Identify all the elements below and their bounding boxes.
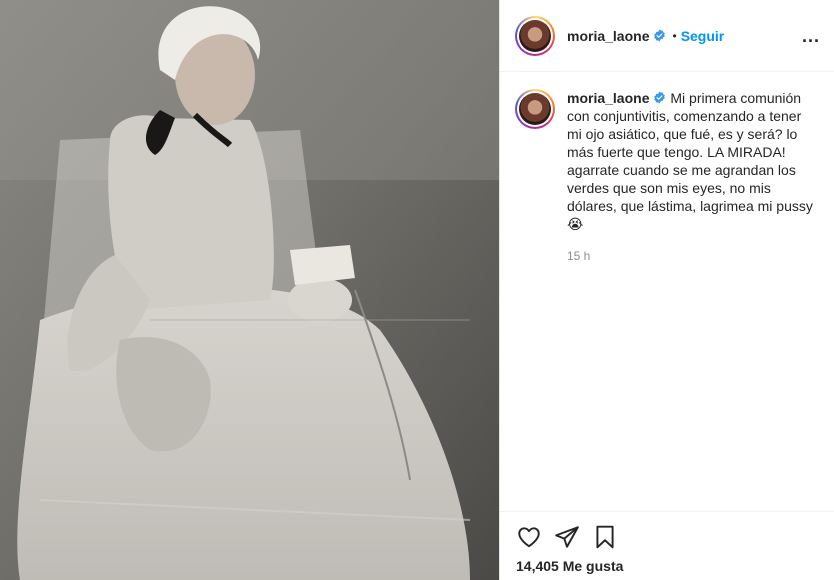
verified-badge-icon <box>654 91 666 104</box>
post-sidebar: moria_laone • Seguir ... moria_laone Mi … <box>500 0 834 580</box>
likes-number: 14,405 <box>516 558 559 574</box>
more-options-icon[interactable]: ... <box>802 27 820 45</box>
verified-badge-icon <box>654 29 666 42</box>
likes-count[interactable]: 14,405 Me gusta <box>500 550 834 574</box>
follow-button[interactable]: Seguir <box>681 28 725 44</box>
avatar-ring <box>517 17 553 54</box>
post-timestamp[interactable]: 15 h <box>567 247 819 265</box>
avatar-image <box>519 93 551 125</box>
action-icons <box>500 512 834 550</box>
avatar-image <box>519 19 551 52</box>
caption-avatar[interactable] <box>515 89 555 129</box>
post-container: moria_laone • Seguir ... moria_laone Mi … <box>0 0 834 580</box>
separator-dot: • <box>672 28 677 43</box>
author-username[interactable]: moria_laone <box>567 28 649 44</box>
post-header: moria_laone • Seguir ... <box>500 0 834 72</box>
bookmark-icon[interactable] <box>592 524 618 550</box>
communion-photo-illustration <box>0 0 499 580</box>
action-bar: 14,405 Me gusta <box>500 511 834 580</box>
paper-plane-icon[interactable] <box>554 524 580 550</box>
avatar-ring <box>517 91 553 127</box>
author-avatar[interactable] <box>515 15 555 56</box>
caption-username[interactable]: moria_laone <box>567 90 649 106</box>
likes-label: Me gusta <box>562 558 624 574</box>
post-photo[interactable] <box>0 0 499 580</box>
caption-block: moria_laone Mi primera comunión con conj… <box>515 89 820 265</box>
caption-text: Mi primera comunión con conjuntivitis, c… <box>567 90 813 232</box>
heart-icon[interactable] <box>516 524 542 550</box>
caption-content: moria_laone Mi primera comunión con conj… <box>567 89 819 265</box>
